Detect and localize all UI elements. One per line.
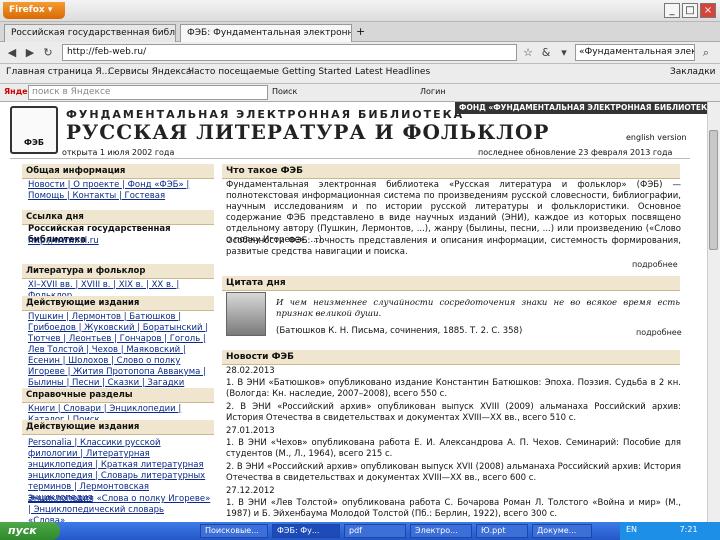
taskbar-item[interactable]: Поисковые...	[200, 524, 268, 538]
taskbar: пуск Поисковые... ФЭБ: Фу... pdf Электро…	[0, 522, 720, 540]
editions2b-text[interactable]: Энциклопедия «Слова о полку Игореве» | Э…	[28, 494, 210, 522]
taskbar-item-active[interactable]: ФЭБ: Фу...	[272, 524, 340, 538]
bookmark-label: Часто посещаемые	[188, 67, 280, 77]
editions-text[interactable]: Пушкин | Лермонтов | Батюшков | Грибоедо…	[28, 312, 208, 388]
yandex-toolbar: Яндекс поиск в Яндексе Поиск Логин	[0, 84, 720, 102]
taskbar-item[interactable]: Электро...	[410, 524, 472, 538]
search-icon[interactable]: ⌕	[698, 45, 714, 61]
sidebar-general-head: Общая информация	[22, 164, 214, 179]
taskbar-item[interactable]: Докуме...	[532, 524, 592, 538]
sidebar-linkday-head: Ссылка дня	[22, 210, 214, 225]
yandex-search-button[interactable]: Поиск	[272, 87, 297, 96]
sidebar-editions-head: Действующие издания	[22, 296, 214, 311]
navigation-bar: ◀ ▶ ↻ http://feb-web.ru/ ☆ & ▾ «Фундамен…	[0, 42, 720, 64]
clock[interactable]: 7:21	[680, 525, 698, 534]
bookmark-latest-headlines[interactable]: Latest Headlines	[355, 67, 430, 77]
quote-source: (Батюшков К. Н. Письма, сочинения, 1885.…	[276, 326, 523, 336]
portrait-image	[226, 292, 266, 336]
general-links-text[interactable]: Новости | О проекте | Фонд «ФЭБ» | Помощ…	[28, 180, 189, 201]
news-date-1: 28.02.2013	[226, 366, 275, 376]
news-date-2: 27.01.2013	[226, 426, 275, 436]
maximize-button[interactable]: □	[682, 3, 698, 18]
title-bar: Firefox ▾ _ □ ×	[0, 0, 720, 22]
more-link[interactable]: подробнее	[632, 260, 678, 269]
forward-icon[interactable]: ▶	[22, 45, 38, 61]
more-link-quote[interactable]: подробнее	[636, 328, 682, 337]
start-button[interactable]: пуск	[0, 522, 60, 540]
bookmark-yandex-home[interactable]: Главная страница Я...	[6, 67, 110, 77]
what-is-feb-text2: Особенности ФЭБ: точность представления …	[226, 236, 681, 257]
news-head: Новости ФЭБ	[222, 350, 680, 365]
quote-head: Цитата дня	[222, 276, 680, 291]
news-date-3: 27.12.2012	[226, 486, 275, 496]
bookmark-most-visited[interactable]: Часто посещаемые	[188, 67, 279, 77]
firefox-menu-button[interactable]: Firefox ▾	[3, 2, 65, 19]
news-item-3[interactable]: 1. В ЭНИ «Чехов» опубликована работа Е. …	[226, 438, 681, 460]
bookmark-label: Главная страница Я...	[6, 67, 111, 77]
sidebar-general-links[interactable]: Новости | О проекте | Фонд «ФЭБ» | Помощ…	[28, 180, 212, 202]
url-input[interactable]: http://feb-web.ru/	[62, 44, 517, 61]
system-tray: EN 7:21	[620, 522, 720, 540]
scrollbar-thumb[interactable]	[709, 130, 718, 250]
bookmark-label: Закладки	[670, 67, 716, 77]
yandex-search-input[interactable]: поиск в Яндексе	[28, 85, 268, 100]
bookmark-label: Latest Headlines	[355, 67, 431, 77]
bookmarks-menu[interactable]: Закладки	[670, 67, 716, 77]
bookmark-label: Getting Started	[282, 67, 352, 77]
what-is-feb-head: Что такое ФЭБ	[222, 164, 680, 179]
sidebar-ref-head: Справочные разделы	[22, 388, 214, 403]
site-title-main: РУССКАЯ ЛИТЕРАТУРА И ФОЛЬКЛОР	[66, 120, 550, 144]
sidebar-editions2-head: Действующие издания	[22, 420, 214, 435]
tab-label: Российская государственная библиот...	[11, 28, 175, 38]
yandex-login-button[interactable]: Логин	[420, 87, 446, 96]
new-tab-icon[interactable]: +	[356, 25, 365, 38]
sidebar-lit-head: Литература и фольклор	[22, 264, 214, 279]
tab-feb[interactable]: ФЭБ: Фундаментальная электронная б...	[180, 24, 352, 42]
reload-icon[interactable]: ↻	[40, 45, 56, 61]
news-item-1[interactable]: 1. В ЭНИ «Батюшков» опубликовано издание…	[226, 378, 681, 400]
tab-bar: Российская государственная библиот... ФЭ…	[0, 22, 720, 42]
linkday-url[interactable]: http://www.rsl.ru	[28, 236, 212, 247]
tab-rsl[interactable]: Российская государственная библиот...	[4, 24, 176, 42]
news-item-5[interactable]: 1. В ЭНИ «Лев Толстой» опубликована рабо…	[226, 498, 681, 520]
addon-icon[interactable]: &	[538, 45, 554, 61]
logo-text: ФЭБ	[24, 138, 44, 147]
sidebar-editions2b[interactable]: Энциклопедия «Слова о полку Игореве» | Э…	[28, 494, 212, 522]
taskbar-item[interactable]: pdf	[344, 524, 406, 538]
page-content: ФЭБ ФУНДАМЕНТАЛЬНАЯ ЭЛЕКТРОННАЯ БИБЛИОТЕ…	[0, 102, 707, 522]
linkday-url-text[interactable]: http://www.rsl.ru	[28, 236, 99, 246]
bookmark-label: Сервисы Яндекса	[108, 67, 192, 77]
bookmark-getting-started[interactable]: Getting Started	[282, 67, 352, 77]
app-name: Firefox	[9, 5, 45, 15]
search-input[interactable]: «Фундаментальная электронная библиотека»	[575, 44, 695, 61]
bookmarks-bar: Главная страница Я... Сервисы Яндекса Ча…	[0, 64, 720, 84]
news-item-4[interactable]: 2. В ЭНИ «Российский архив» опубликован …	[226, 462, 681, 484]
divider	[10, 158, 690, 159]
updated-date: последнее обновление 23 февраля 2013 год…	[478, 148, 673, 157]
quote-text: И чем неизменнее случайности сосредоточе…	[276, 298, 680, 319]
minimize-button[interactable]: _	[664, 3, 680, 18]
news-item-2[interactable]: 2. В ЭНИ «Российский архив» опубликован …	[226, 402, 681, 424]
close-button[interactable]: ×	[700, 3, 716, 18]
dropdown-icon[interactable]: ▾	[556, 45, 572, 61]
bookmark-yandex-services[interactable]: Сервисы Яндекса	[108, 67, 191, 77]
back-icon[interactable]: ◀	[4, 45, 20, 61]
taskbar-item[interactable]: Ю.ppt	[476, 524, 528, 538]
fond-banner[interactable]: ФОНД «ФУНДАМЕНТАЛЬНАЯ ЭЛЕКТРОННАЯ БИБЛИО…	[455, 102, 707, 114]
star-icon[interactable]: ☆	[520, 45, 536, 61]
tab-label: ФЭБ: Фундаментальная электронная б...	[187, 28, 351, 38]
language-indicator[interactable]: EN	[626, 525, 637, 534]
opened-date: открыта 1 июля 2002 года	[62, 148, 175, 157]
english-version-link[interactable]: english version	[626, 133, 687, 142]
feb-logo: ФЭБ	[10, 106, 58, 154]
sidebar-editions[interactable]: Пушкин | Лермонтов | Батюшков | Грибоедо…	[28, 312, 212, 389]
